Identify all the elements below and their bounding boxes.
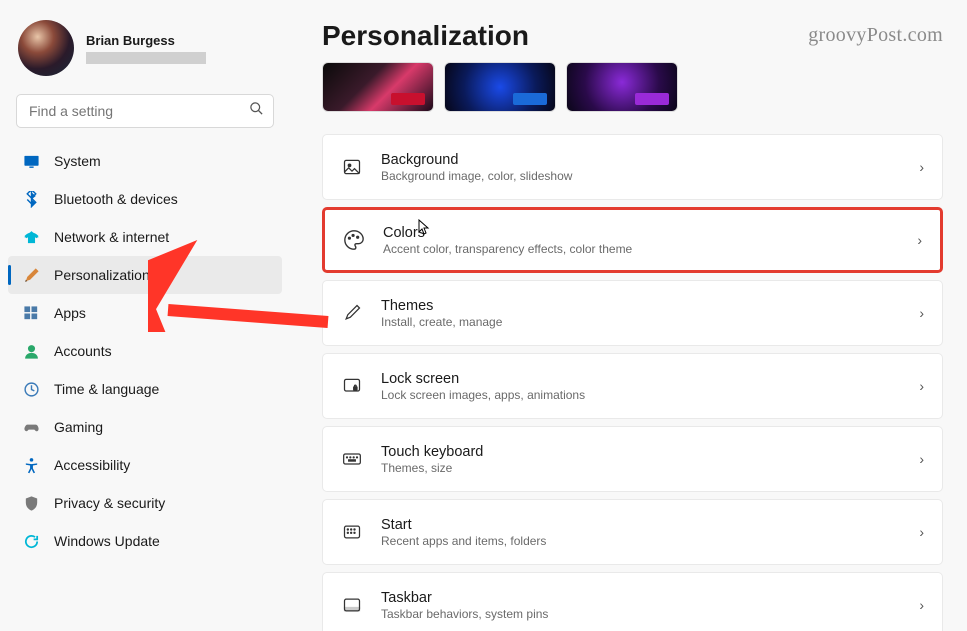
card-title: Taskbar — [381, 590, 901, 606]
card-lock-screen[interactable]: Lock screen Lock screen images, apps, an… — [322, 353, 943, 419]
search-input[interactable] — [16, 94, 274, 128]
sidebar-item-accessibility[interactable]: Accessibility — [8, 446, 282, 484]
sidebar-item-network[interactable]: Network & internet — [8, 218, 282, 256]
search-icon — [249, 101, 264, 121]
sidebar-item-label: Time & language — [54, 381, 159, 397]
sidebar-item-accounts[interactable]: Accounts — [8, 332, 282, 370]
theme-thumb-3[interactable] — [566, 62, 678, 112]
sidebar-item-label: Bluetooth & devices — [54, 191, 178, 207]
card-taskbar[interactable]: Taskbar Taskbar behaviors, system pins › — [322, 572, 943, 631]
chevron-right-icon: › — [919, 524, 924, 540]
main-content: Personalization Background Background im… — [290, 0, 967, 631]
nav-list: System Bluetooth & devices Network & int… — [8, 142, 282, 560]
wifi-icon — [22, 228, 40, 246]
sidebar-item-label: Personalization — [54, 267, 150, 283]
sidebar-item-label: Accounts — [54, 343, 112, 359]
display-icon — [22, 152, 40, 170]
sidebar-item-bluetooth[interactable]: Bluetooth & devices — [8, 180, 282, 218]
sidebar-item-apps[interactable]: Apps — [8, 294, 282, 332]
sidebar-item-label: System — [54, 153, 101, 169]
apps-icon — [22, 304, 40, 322]
chevron-right-icon: › — [919, 451, 924, 467]
card-background[interactable]: Background Background image, color, slid… — [322, 134, 943, 200]
card-subtitle: Taskbar behaviors, system pins — [381, 607, 901, 621]
chevron-right-icon: › — [917, 232, 922, 248]
sidebar-item-label: Network & internet — [54, 229, 169, 245]
image-icon — [341, 156, 363, 178]
card-themes[interactable]: Themes Install, create, manage › — [322, 280, 943, 346]
sidebar-item-label: Apps — [54, 305, 86, 321]
chevron-right-icon: › — [919, 159, 924, 175]
theme-thumb-2[interactable] — [444, 62, 556, 112]
paintbrush-icon — [22, 266, 40, 284]
card-title: Touch keyboard — [381, 444, 901, 460]
sidebar-item-system[interactable]: System — [8, 142, 282, 180]
bluetooth-icon — [22, 190, 40, 208]
shield-icon — [22, 494, 40, 512]
avatar — [18, 20, 74, 76]
sidebar-item-label: Accessibility — [54, 457, 130, 473]
clock-globe-icon — [22, 380, 40, 398]
card-title: Themes — [381, 298, 901, 314]
taskbar-icon — [341, 594, 363, 616]
sidebar-item-time-language[interactable]: Time & language — [8, 370, 282, 408]
sidebar-item-windows-update[interactable]: Windows Update — [8, 522, 282, 560]
card-touch-keyboard[interactable]: Touch keyboard Themes, size › — [322, 426, 943, 492]
settings-list: Background Background image, color, slid… — [322, 134, 943, 631]
user-profile[interactable]: Brian Burgess — [8, 16, 282, 90]
card-title: Background — [381, 152, 901, 168]
sidebar-item-label: Privacy & security — [54, 495, 165, 511]
chevron-right-icon: › — [919, 305, 924, 321]
update-icon — [22, 532, 40, 550]
card-colors[interactable]: Colors Accent color, transparency effect… — [322, 207, 943, 273]
accessibility-icon — [22, 456, 40, 474]
sidebar: Brian Burgess System Bluetooth & devices — [0, 0, 290, 631]
card-subtitle: Install, create, manage — [381, 315, 901, 329]
search-wrap — [16, 94, 274, 128]
card-title: Lock screen — [381, 371, 901, 387]
card-title: Colors — [383, 225, 899, 241]
card-start[interactable]: Start Recent apps and items, folders › — [322, 499, 943, 565]
card-subtitle: Recent apps and items, folders — [381, 534, 901, 548]
profile-info: Brian Burgess — [86, 33, 272, 64]
watermark: groovyPost.com — [808, 24, 943, 47]
card-subtitle: Background image, color, slideshow — [381, 169, 901, 183]
sidebar-item-label: Gaming — [54, 419, 103, 435]
card-subtitle: Lock screen images, apps, animations — [381, 388, 901, 402]
brush-icon — [341, 302, 363, 324]
profile-name: Brian Burgess — [86, 33, 272, 48]
sidebar-item-personalization[interactable]: Personalization — [8, 256, 282, 294]
chevron-right-icon: › — [919, 378, 924, 394]
theme-preview-row — [322, 62, 943, 112]
palette-icon — [343, 229, 365, 251]
sidebar-item-privacy-security[interactable]: Privacy & security — [8, 484, 282, 522]
gamepad-icon — [22, 418, 40, 436]
sidebar-item-gaming[interactable]: Gaming — [8, 408, 282, 446]
person-icon — [22, 342, 40, 360]
card-subtitle: Themes, size — [381, 461, 901, 475]
profile-email-redacted — [86, 52, 206, 64]
keyboard-icon — [341, 448, 363, 470]
start-icon — [341, 521, 363, 543]
lock-screen-icon — [341, 375, 363, 397]
card-subtitle: Accent color, transparency effects, colo… — [383, 242, 899, 256]
sidebar-item-label: Windows Update — [54, 533, 160, 549]
card-title: Start — [381, 517, 901, 533]
chevron-right-icon: › — [919, 597, 924, 613]
theme-thumb-1[interactable] — [322, 62, 434, 112]
